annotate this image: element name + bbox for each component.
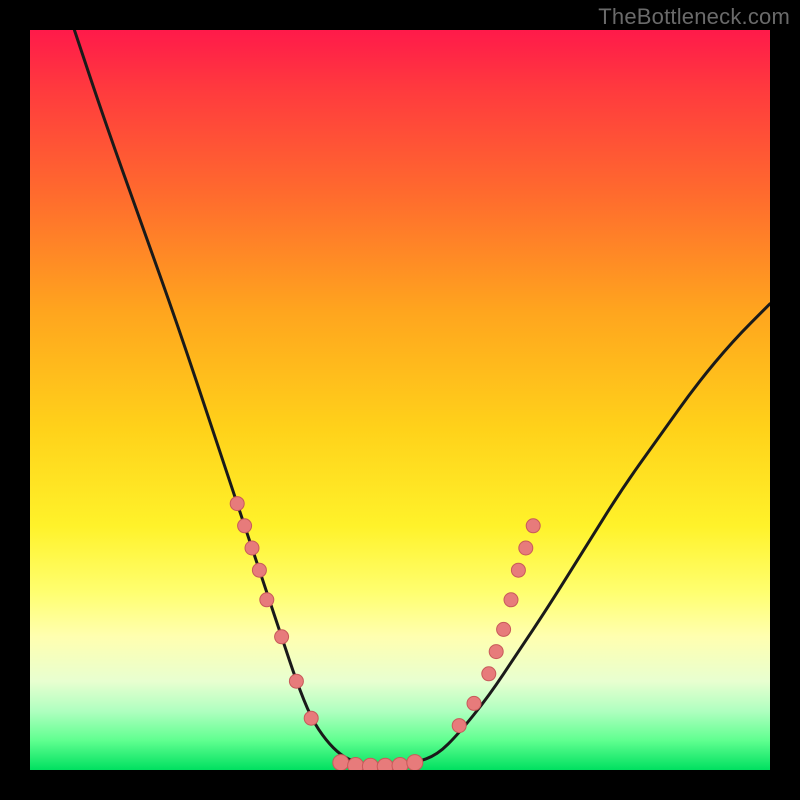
data-marker [333, 755, 349, 770]
data-marker [238, 519, 252, 533]
data-marker [489, 645, 503, 659]
data-marker [348, 758, 364, 770]
data-marker [526, 519, 540, 533]
data-marker [252, 563, 266, 577]
data-marker [245, 541, 259, 555]
watermark-text: TheBottleneck.com [598, 4, 790, 30]
curve-layer [30, 30, 770, 770]
bottleneck-curve [74, 30, 770, 766]
data-marker [289, 674, 303, 688]
data-marker [504, 593, 518, 607]
data-marker [275, 630, 289, 644]
data-marker [362, 758, 378, 770]
data-marker [511, 563, 525, 577]
chart-container: TheBottleneck.com [0, 0, 800, 800]
data-marker [392, 758, 408, 770]
data-marker [519, 541, 533, 555]
data-markers [230, 497, 540, 770]
data-marker [377, 758, 393, 770]
data-marker [482, 667, 496, 681]
data-marker [452, 719, 466, 733]
data-marker [260, 593, 274, 607]
data-marker [467, 696, 481, 710]
data-marker [407, 755, 423, 770]
data-marker [497, 622, 511, 636]
data-marker [230, 497, 244, 511]
data-marker [304, 711, 318, 725]
plot-area [30, 30, 770, 770]
